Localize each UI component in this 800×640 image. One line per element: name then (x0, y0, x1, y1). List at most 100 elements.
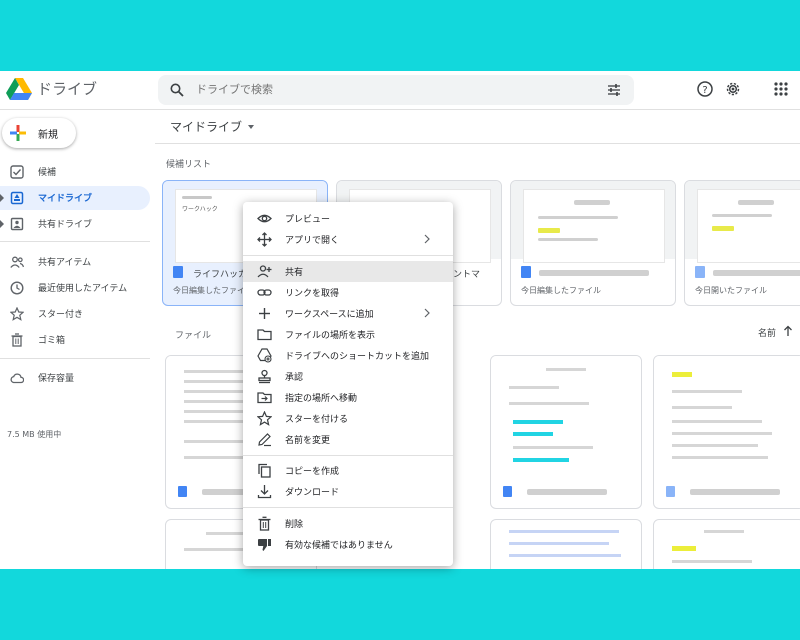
file-card[interactable] (490, 519, 642, 569)
edit-pencil-icon (258, 433, 271, 447)
trash-icon (11, 333, 23, 347)
search-icon[interactable] (170, 83, 184, 97)
main-divider (155, 143, 800, 144)
sidebar-item-shared-with-me[interactable]: 共有アイテム (0, 250, 150, 274)
sidebar-divider (0, 358, 150, 359)
people-icon (10, 256, 24, 268)
preview-highlight (513, 420, 563, 424)
sidebar-item-storage[interactable]: 保存容量 (0, 366, 150, 390)
menu-item-label: 有効な候補ではありません (285, 541, 393, 551)
preview-text-line (509, 386, 559, 389)
menu-item-preview[interactable]: プレビュー (243, 208, 453, 229)
check-square-icon (10, 165, 24, 179)
search-bar[interactable] (158, 75, 634, 105)
menu-item-get-link[interactable]: リンクを取得 (243, 282, 453, 303)
new-button-label: 新規 (38, 130, 58, 141)
file-activity: 今日編集したファイル (521, 286, 601, 295)
menu-item-make-copy[interactable]: コピーを作成 (243, 460, 453, 481)
preview-highlight (538, 228, 560, 233)
folder-icon (257, 329, 272, 341)
menu-item-label: 指定の場所へ移動 (285, 394, 358, 404)
menu-item-share[interactable]: 共有 (243, 261, 453, 282)
sidebar-item-label: 共有ドライブ (38, 220, 93, 230)
docs-file-icon (178, 486, 187, 497)
preview-text-line (574, 200, 610, 205)
link-icon (257, 289, 272, 296)
menu-item-open-with[interactable]: アプリで開く (243, 229, 453, 250)
blurred-file-title (527, 489, 607, 495)
menu-item-label: スターを付ける (285, 415, 349, 425)
settings-gear-icon[interactable] (724, 80, 742, 98)
chevron-down-icon[interactable] (248, 125, 254, 129)
preview-highlight (513, 458, 569, 462)
sidebar-item-trash[interactable]: ゴミ箱 (0, 328, 150, 352)
star-icon (10, 307, 24, 321)
menu-item-not-helpful-suggestion[interactable]: 有効な候補ではありません (243, 534, 453, 555)
breadcrumb[interactable]: マイドライブ (170, 118, 242, 135)
menu-item-show-file-location[interactable]: ファイルの場所を表示 (243, 324, 453, 345)
file-thumbnail (511, 181, 675, 263)
chevron-right-icon (424, 234, 430, 244)
eye-icon (257, 214, 272, 223)
menu-item-approve[interactable]: 承認 (243, 366, 453, 387)
menu-divider (243, 455, 453, 456)
file-card[interactable] (653, 519, 800, 569)
sidebar-item-my-drive[interactable]: マイドライブ (0, 186, 150, 210)
preview-text-line (184, 456, 244, 459)
apps-grid-icon[interactable] (772, 80, 790, 98)
preview-text-line (509, 542, 609, 545)
docs-file-icon (503, 486, 512, 497)
sidebar-item-suggested[interactable]: 候補 (0, 160, 150, 184)
file-thumbnail (491, 356, 641, 474)
new-button[interactable]: 新規 (2, 118, 76, 148)
preview-text-line (672, 432, 772, 435)
sidebar-item-starred[interactable]: スター付き (0, 302, 150, 326)
menu-divider (243, 255, 453, 256)
clock-icon (10, 281, 24, 295)
quick-access-card[interactable]: 今日開いたファイル (684, 180, 800, 306)
file-card[interactable] (653, 355, 800, 509)
chevron-right-icon (424, 308, 430, 318)
preview-text-line (538, 238, 598, 241)
star-icon (257, 411, 272, 426)
preview-text-line (513, 446, 593, 449)
search-input[interactable] (196, 75, 576, 105)
file-title: ントマ (453, 270, 481, 280)
menu-item-rename[interactable]: 名前を変更 (243, 429, 453, 450)
open-with-icon (257, 232, 272, 247)
sort-by-name-button[interactable]: 名前 (758, 326, 776, 339)
sidebar-item-shared-drives[interactable]: 共有ドライブ (0, 212, 150, 236)
menu-item-move-to[interactable]: 指定の場所へ移動 (243, 387, 453, 408)
stamp-icon (258, 369, 271, 384)
help-icon[interactable]: ? (696, 80, 714, 98)
thumb-down-icon (258, 539, 271, 551)
preview-text-line (509, 530, 619, 533)
add-shortcut-icon (257, 348, 272, 363)
sidebar-item-label: マイドライブ (38, 194, 93, 204)
preview-text-line (672, 390, 742, 393)
file-card[interactable] (490, 355, 642, 509)
expand-caret-icon[interactable] (0, 220, 4, 228)
menu-item-add-to-workspace[interactable]: ワークスペースに追加 (243, 303, 453, 324)
preview-highlight (672, 372, 692, 377)
file-preview-page (523, 189, 665, 263)
preview-text-line (672, 456, 768, 459)
menu-item-download[interactable]: ダウンロード (243, 481, 453, 502)
menu-item-label: 承認 (285, 373, 304, 383)
drive-logo-icon[interactable] (6, 78, 32, 100)
menu-item-add-shortcut[interactable]: ドライブへのショートカットを追加 (243, 345, 453, 366)
preview-text-line (704, 530, 744, 533)
sidebar-item-label: スター付き (38, 310, 84, 320)
quick-access-card[interactable]: 今日編集したファイル (510, 180, 676, 306)
sort-ascending-arrow-icon[interactable] (783, 325, 793, 337)
expand-caret-icon[interactable] (0, 194, 4, 202)
docs-file-icon (173, 266, 183, 278)
sidebar-item-recent[interactable]: 最近使用したアイテム (0, 276, 150, 300)
docs-file-icon (666, 486, 675, 497)
menu-item-delete[interactable]: 削除 (243, 513, 453, 534)
menu-item-add-star[interactable]: スターを付ける (243, 408, 453, 429)
preview-text-line (538, 216, 618, 219)
menu-item-label: ダウンロード (285, 488, 340, 498)
search-options-icon[interactable] (606, 82, 622, 98)
preview-text-line (546, 368, 586, 371)
